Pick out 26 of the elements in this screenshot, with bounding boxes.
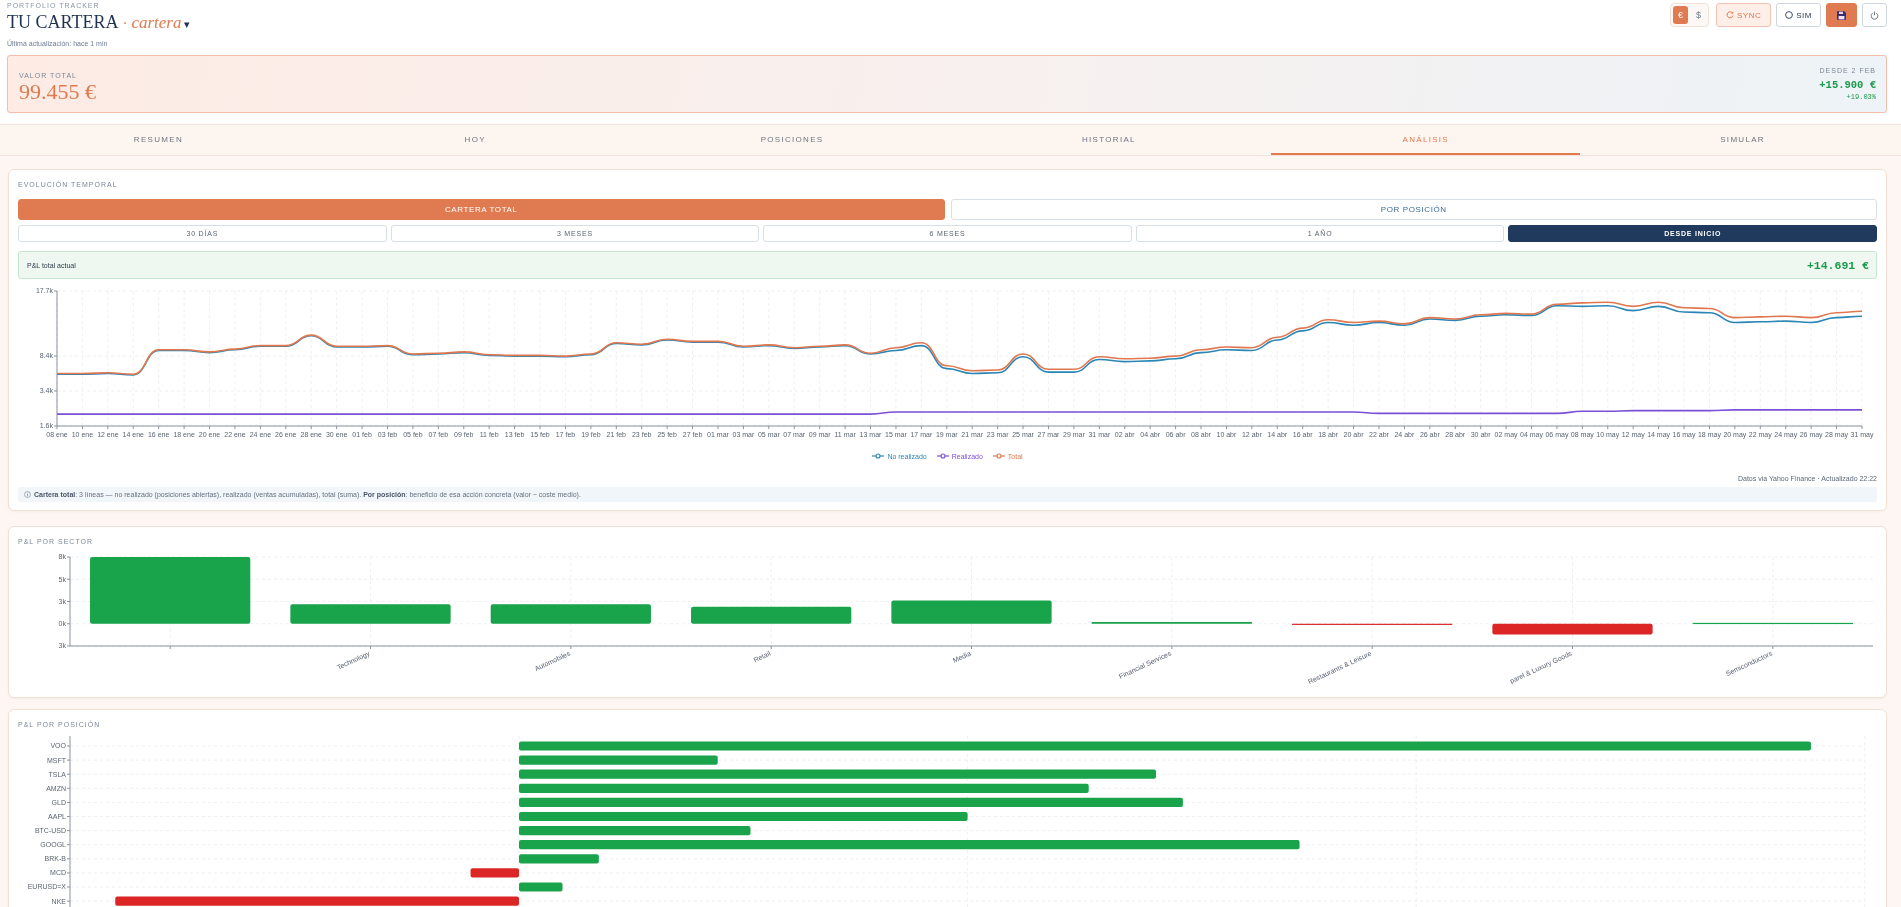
refresh-icon xyxy=(1726,11,1735,19)
legend-line-icon xyxy=(992,453,1005,459)
power-icon xyxy=(1870,10,1879,20)
nav-tab[interactable]: SIMULAR xyxy=(1588,125,1897,155)
page-title: TU CARTERA xyxy=(7,11,119,33)
legend-line-icon xyxy=(872,453,885,459)
info-icon xyxy=(24,491,31,498)
currency-button[interactable]: $ xyxy=(1691,6,1707,24)
sync-button[interactable]: SYNC xyxy=(1716,3,1772,27)
pnl-value: +14.691 € xyxy=(1806,258,1869,272)
mode-toggle[interactable]: CARTERA TOTAL xyxy=(18,199,945,220)
mode-toggle[interactable]: POR POSICIÓN xyxy=(950,199,1877,220)
nav-tab[interactable]: ANÁLISIS xyxy=(1271,125,1581,155)
ring-icon xyxy=(1785,11,1794,19)
save-button[interactable] xyxy=(1826,3,1857,27)
total-value: 99.455 € xyxy=(19,80,96,104)
title-separator: · xyxy=(122,14,128,33)
nav-tab[interactable]: HISTORIAL xyxy=(954,125,1264,155)
nav-tab[interactable]: RESUMEN xyxy=(4,125,313,155)
nav-tab[interactable]: POSICIONES xyxy=(637,125,947,155)
currency-button[interactable]: € xyxy=(1673,6,1689,24)
nav-tab[interactable]: HOY xyxy=(320,125,630,155)
legend-line-icon xyxy=(936,453,949,459)
change-amount: +15.900 € xyxy=(1819,79,1876,92)
simulation-button[interactable]: SIM xyxy=(1776,3,1821,27)
portfolio-selector[interactable]: cartera ▾ xyxy=(131,12,191,35)
